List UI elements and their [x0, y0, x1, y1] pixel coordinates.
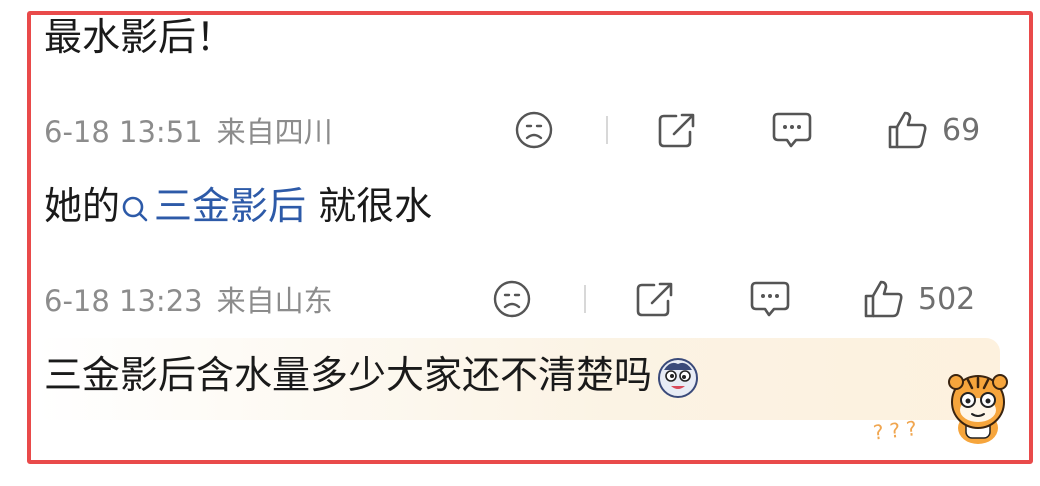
like-count: 69: [942, 112, 981, 148]
comment-text-prefix: 她的: [44, 184, 121, 228]
divider: [606, 116, 608, 144]
comment-text: 最水影后！: [44, 15, 235, 59]
comment-date: 6-18 13:23: [44, 284, 203, 318]
like-count: 502: [918, 281, 976, 317]
tiger-mascot-sticker: [948, 374, 1008, 444]
question-marks: ???: [871, 415, 924, 445]
comment-meta-row: 6-18 13:51 来自四川 69: [44, 110, 1004, 150]
dizzy-face-emoji: [658, 357, 699, 398]
comment-text: 三金影后含水量多少大家还不清楚吗: [44, 352, 700, 400]
thumbs-up-icon: [864, 280, 903, 318]
share-icon: [636, 282, 673, 317]
share-button[interactable]: [656, 110, 698, 150]
sad-face-icon: [493, 280, 531, 318]
divider: [584, 285, 586, 313]
thumbs-up-icon: [888, 111, 927, 149]
reply-button[interactable]: [770, 110, 814, 150]
search-icon: [122, 196, 148, 221]
comment-meta-row: 6-18 13:23 来自山东 502: [44, 279, 1004, 319]
reply-button[interactable]: [748, 279, 792, 319]
comment-text-suffix: 就很水: [306, 184, 433, 228]
hashtag-label: 三金影后: [154, 184, 307, 228]
comment-text-body: 三金影后含水量多少大家还不清楚吗: [44, 353, 653, 397]
comment-bubble-icon: [772, 112, 812, 148]
hashtag-link[interactable]: 三金影后: [120, 184, 306, 228]
like-button[interactable]: 69: [886, 110, 980, 150]
comment-meta-info: 6-18 13:23 来自山东: [44, 278, 333, 320]
share-icon: [658, 113, 695, 148]
comment-location: 来自四川: [216, 115, 333, 149]
dislike-button[interactable]: [514, 110, 554, 150]
share-button[interactable]: [634, 279, 676, 319]
comment-bubble-icon: [750, 281, 790, 317]
dislike-button[interactable]: [492, 279, 532, 319]
comment-meta-info: 6-18 13:51 来自四川: [44, 109, 333, 151]
sad-face-icon: [515, 111, 553, 149]
comment-date: 6-18 13:51: [44, 115, 203, 149]
comment-text: 她的 三金影后 就很水: [44, 183, 432, 229]
like-button[interactable]: 502: [862, 279, 975, 319]
comment-location: 来自山东: [216, 284, 333, 318]
